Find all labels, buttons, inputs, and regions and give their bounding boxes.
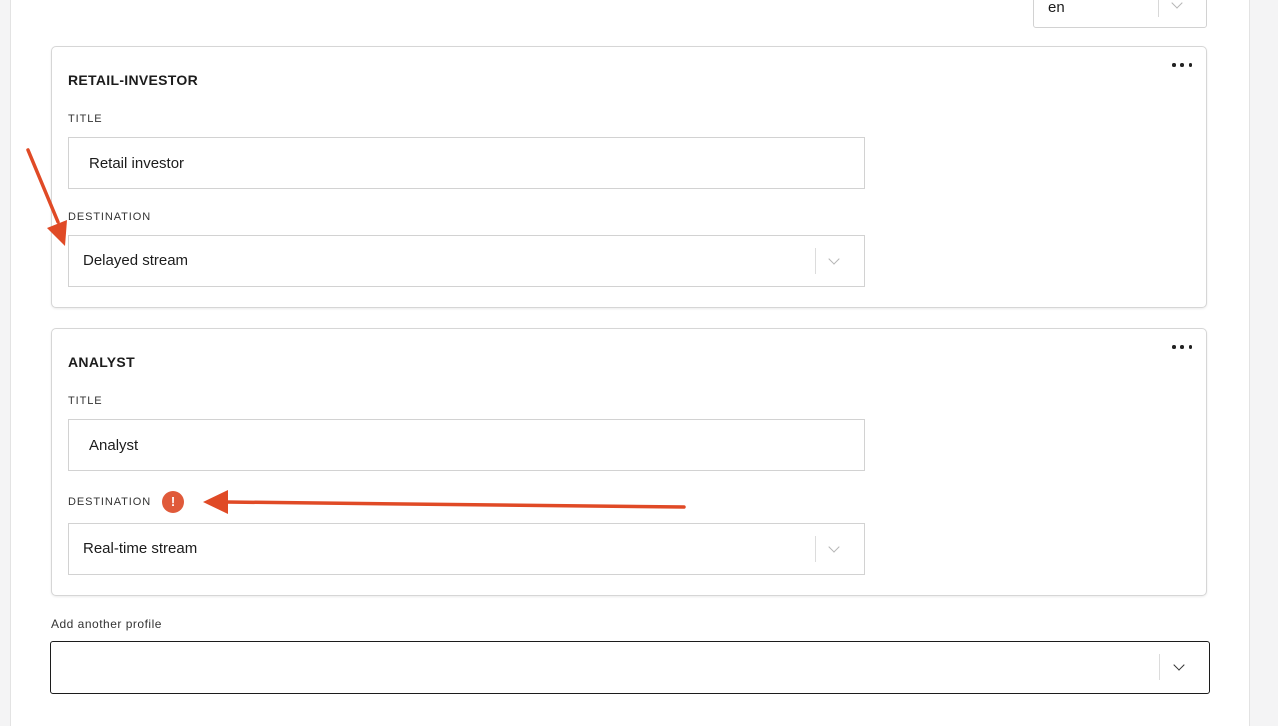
more-horizontal-icon[interactable] [1172,61,1192,69]
destination-select-value: Real-time stream [83,540,198,557]
profile-card-retail-investor: RETAIL-INVESTOR TITLE DESTINATION Delaye… [51,46,1207,308]
destination-select-divider [815,248,816,274]
add-profile-divider [1159,654,1160,680]
profile-heading: RETAIL-INVESTOR [68,72,198,88]
language-select-value: en [1048,0,1065,16]
add-profile-label: Add another profile [51,617,162,631]
chevron-down-icon[interactable] [828,253,840,265]
language-select[interactable]: en [1033,0,1207,28]
title-input[interactable] [68,419,865,471]
destination-select-divider [815,536,816,562]
chevron-down-icon[interactable] [1171,0,1183,9]
title-input[interactable] [68,137,865,189]
profile-heading: ANALYST [68,354,135,370]
destination-label: DESTINATION [68,211,152,223]
add-profile-select[interactable] [50,641,1210,694]
destination-select[interactable]: Delayed stream [68,235,865,287]
profile-card-analyst: ANALYST TITLE DESTINATION ! Real-time st… [51,328,1207,596]
page-panel: en RETAIL-INVESTOR TITLE DESTINATION Del… [10,0,1250,726]
chevron-down-icon[interactable] [828,541,840,553]
destination-select-value: Delayed stream [83,252,189,269]
more-horizontal-icon[interactable] [1172,343,1192,351]
chevron-down-icon[interactable] [1173,659,1185,671]
title-label: TITLE [68,395,103,407]
destination-label: DESTINATION [68,496,152,508]
title-label: TITLE [68,113,103,125]
destination-select[interactable]: Real-time stream [68,523,865,575]
warning-icon[interactable]: ! [162,491,184,513]
language-select-divider [1158,0,1159,17]
